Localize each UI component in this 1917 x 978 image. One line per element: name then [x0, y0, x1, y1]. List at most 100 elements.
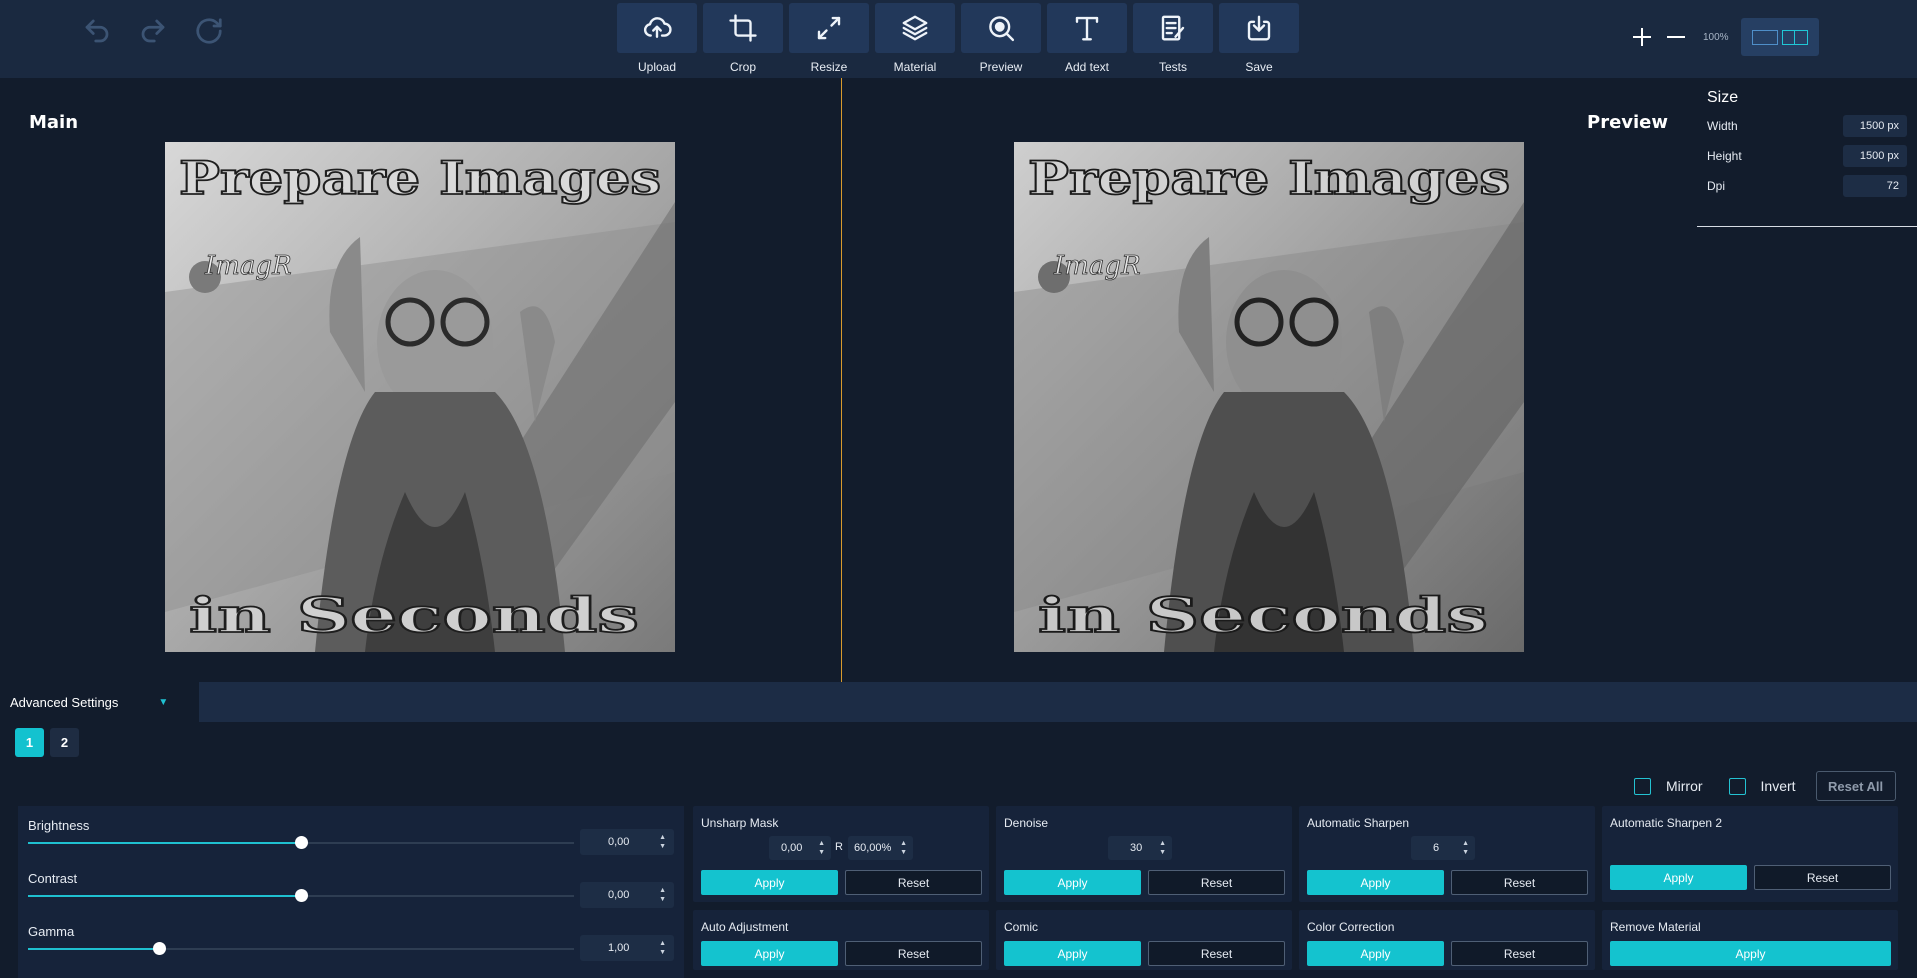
upload-button[interactable]: Upload — [617, 3, 697, 74]
brightness-label: Brightness — [28, 818, 90, 833]
spin-arrows-icon[interactable]: ▲ ▼ — [659, 833, 666, 851]
main-image[interactable]: ImagR Prepare Images in Seconds — [165, 142, 675, 652]
redo-icon — [141, 19, 165, 43]
resize-button[interactable]: Resize — [789, 3, 869, 74]
spin-arrows-icon[interactable]: ▲ ▼ — [818, 839, 825, 857]
tests-button-box[interactable] — [1133, 3, 1213, 53]
spin-arrows-icon[interactable]: ▲ ▼ — [659, 939, 666, 957]
main-image-artwork: ImagR Prepare Images in Seconds — [165, 142, 675, 652]
upload-button-box[interactable] — [617, 3, 697, 53]
height-field[interactable]: 1500 px — [1843, 145, 1907, 167]
preview-image[interactable]: ImagR Prepare Images in Seconds — [1014, 142, 1524, 652]
resize-button-box[interactable] — [789, 3, 869, 53]
spin-arrows-icon[interactable]: ▲ ▼ — [1462, 839, 1469, 857]
upload-label: Upload — [637, 60, 677, 74]
logo-text: ImagR — [204, 251, 292, 281]
zoom-out-button[interactable] — [1659, 20, 1693, 54]
invert-checkbox[interactable] — [1728, 777, 1746, 795]
redo-button[interactable] — [136, 14, 170, 48]
add-text-button[interactable]: Add text — [1047, 3, 1127, 74]
contrast-input[interactable]: 0,00 ▲ ▼ — [580, 882, 674, 908]
unsharp-reset-button[interactable]: Reset — [845, 870, 982, 895]
denoise-reset-button[interactable]: Reset — [1148, 870, 1285, 895]
size-panel: Size Width 1500 px Height 1500 px Dpi 72 — [1697, 78, 1917, 228]
color-correction-reset-button[interactable]: Reset — [1451, 941, 1588, 966]
material-button-box[interactable] — [875, 3, 955, 53]
contrast-value: 0,00 — [608, 889, 630, 901]
spin-arrows-icon[interactable]: ▲ ▼ — [1159, 839, 1166, 857]
adjustments-panel: Brightness 0,00 ▲ ▼ Contrast 0,00 ▲ ▼ Gamm… — [18, 806, 684, 978]
gamma-fill — [28, 948, 160, 950]
width-field[interactable]: 1500 px — [1843, 115, 1907, 137]
spin-arrows-icon[interactable]: ▲ ▼ — [900, 839, 907, 857]
color-correction-apply-button[interactable]: Apply — [1307, 941, 1444, 966]
gamma-slider[interactable] — [28, 942, 574, 955]
comic-reset-button[interactable]: Reset — [1148, 941, 1285, 966]
image-headline-top: Prepare Images — [179, 151, 661, 205]
main-panel-title: Main — [29, 112, 79, 133]
undo-button[interactable] — [80, 14, 114, 48]
split-view-icon[interactable] — [1781, 29, 1808, 45]
preview-button-box[interactable] — [961, 3, 1041, 53]
auto-sharpen-2-reset-button[interactable]: Reset — [1754, 865, 1891, 890]
crop-icon — [729, 14, 757, 42]
brightness-fill — [28, 842, 301, 844]
denoise-apply-button[interactable]: Apply — [1004, 870, 1141, 895]
width-label: Width — [1707, 119, 1738, 133]
preview-panel-title: Preview — [1587, 112, 1669, 133]
height-row: Height 1500 px — [1707, 145, 1907, 167]
denoise-input[interactable]: 30 ▲ ▼ — [1108, 836, 1172, 860]
spin-arrows-icon[interactable]: ▲ ▼ — [659, 886, 666, 904]
contrast-slider[interactable] — [28, 889, 574, 902]
settings-page-tabs: 1 2 — [15, 728, 79, 757]
resize-icon — [817, 16, 841, 40]
preview-image-artwork: ImagR Prepare Images in Seconds — [1014, 142, 1524, 652]
unsharp-amount-input[interactable]: 0,00 ▲ ▼ — [769, 836, 831, 860]
auto-adjustment-reset-button[interactable]: Reset — [845, 941, 982, 966]
brightness-slider[interactable] — [28, 836, 574, 849]
reset-all-button[interactable]: Reset All — [1815, 771, 1896, 801]
size-title: Size — [1707, 89, 1739, 106]
material-button[interactable]: Material — [875, 3, 955, 74]
refresh-button[interactable] — [192, 14, 226, 48]
save-button[interactable]: Save — [1219, 3, 1299, 74]
comic-apply-button[interactable]: Apply — [1004, 941, 1141, 966]
unsharp-mask-title: Unsharp Mask — [701, 816, 779, 830]
crop-button-box[interactable] — [703, 3, 783, 53]
gamma-knob[interactable] — [153, 942, 167, 955]
single-view-icon[interactable] — [1751, 29, 1778, 45]
save-button-box[interactable] — [1219, 3, 1299, 53]
advanced-settings-tab[interactable]: Advanced Settings ▼ — [0, 682, 199, 722]
brightness-knob[interactable] — [295, 836, 308, 849]
auto-adjustment-apply-button[interactable]: Apply — [701, 941, 838, 966]
auto-sharpen-apply-button[interactable]: Apply — [1307, 870, 1444, 895]
gamma-row: Gamma 1,00 ▲ ▼ — [18, 924, 684, 977]
preview-button[interactable]: Preview — [961, 3, 1041, 74]
view-mode-toggle[interactable] — [1740, 18, 1819, 56]
crop-button[interactable]: Crop — [703, 3, 783, 74]
auto-sharpen-2-title: Automatic Sharpen 2 — [1610, 816, 1723, 830]
page-tab-1[interactable]: 1 — [15, 728, 44, 757]
tests-button[interactable]: Tests — [1133, 3, 1213, 74]
mirror-checkbox[interactable] — [1634, 777, 1651, 795]
dpi-row: Dpi 72 — [1707, 175, 1907, 197]
auto-sharpen-2-apply-button[interactable]: Apply — [1610, 865, 1747, 890]
advanced-settings-bar: Advanced Settings ▼ — [0, 682, 1917, 722]
brightness-input[interactable]: 0,00 ▲ ▼ — [580, 829, 674, 855]
auto-sharpen-reset-button[interactable]: Reset — [1451, 870, 1588, 895]
material-label: Material — [893, 60, 937, 74]
page-tab-2[interactable]: 2 — [50, 728, 79, 757]
dpi-field[interactable]: 72 — [1843, 175, 1907, 197]
save-label: Save — [1245, 60, 1273, 74]
gamma-input[interactable]: 1,00 ▲ ▼ — [580, 935, 674, 961]
upload-cloud-icon — [643, 17, 672, 38]
unsharp-radius-input[interactable]: 60,00% ▲ ▼ — [848, 836, 913, 860]
split-divider[interactable] — [841, 78, 842, 682]
auto-sharpen-input[interactable]: 6 ▲ ▼ — [1411, 836, 1475, 860]
add-text-button-box[interactable] — [1047, 3, 1127, 53]
unsharp-apply-button[interactable]: Apply — [701, 870, 838, 895]
zoom-in-button[interactable] — [1625, 20, 1659, 54]
contrast-knob[interactable] — [295, 889, 308, 902]
remove-material-apply-button[interactable]: Apply — [1610, 941, 1891, 966]
advanced-settings-label: Advanced Settings — [10, 694, 119, 710]
